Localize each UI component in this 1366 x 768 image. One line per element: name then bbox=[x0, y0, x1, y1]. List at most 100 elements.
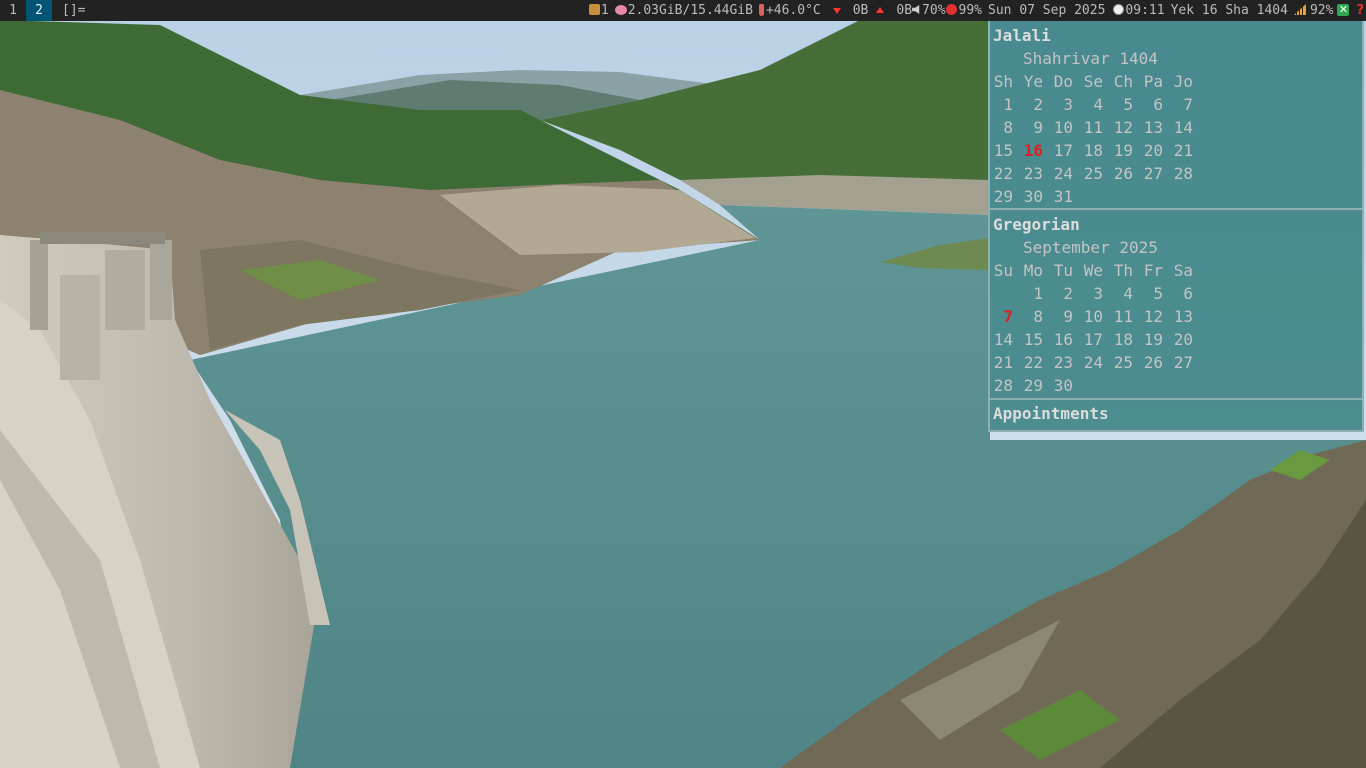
day-cell[interactable]: 13 bbox=[1163, 302, 1193, 326]
jalali-week-row: 22 23 24 25 26 27 28 bbox=[993, 159, 1362, 183]
day-cell[interactable]: 10 bbox=[1073, 302, 1103, 326]
day-cell[interactable]: 17 bbox=[1043, 136, 1073, 160]
day-cell[interactable] bbox=[1073, 182, 1103, 205]
up-arrow-icon bbox=[876, 6, 885, 13]
day-cell[interactable]: 30 bbox=[1013, 182, 1043, 206]
day-cell[interactable]: 9 bbox=[1013, 113, 1043, 137]
help-icon[interactable]: ? bbox=[1356, 0, 1364, 21]
gregorian-week-row: 21 22 23 24 25 26 27 bbox=[993, 348, 1362, 372]
weekday-label: Su bbox=[993, 261, 1013, 280]
brain-icon bbox=[614, 4, 627, 15]
day-cell[interactable]: 31 bbox=[1043, 182, 1073, 206]
day-cell[interactable]: 23 bbox=[1043, 348, 1073, 372]
day-cell[interactable]: 3 bbox=[1073, 279, 1103, 303]
day-cell[interactable] bbox=[1103, 182, 1133, 205]
day-cell[interactable]: 17 bbox=[1073, 325, 1103, 349]
day-cell[interactable]: 20 bbox=[1163, 325, 1193, 349]
gregorian-week-row: 28 29 30 bbox=[993, 371, 1362, 395]
workspace-tag-2[interactable]: 2 bbox=[26, 0, 52, 21]
day-cell[interactable]: 29 bbox=[1013, 371, 1043, 395]
day-cell[interactable]: 23 bbox=[1013, 159, 1043, 183]
day-cell[interactable] bbox=[1103, 371, 1133, 394]
day-cell[interactable]: 7 bbox=[1163, 90, 1193, 114]
day-cell[interactable] bbox=[1133, 371, 1163, 394]
day-cell[interactable]: 25 bbox=[1073, 159, 1103, 183]
day-cell[interactable]: 24 bbox=[1043, 159, 1073, 183]
workspace-tag-1[interactable]: 1 bbox=[0, 0, 26, 21]
today-cell[interactable]: 16 bbox=[1013, 136, 1043, 160]
day-cell[interactable]: 25 bbox=[1103, 348, 1133, 372]
day-cell[interactable]: 24 bbox=[1073, 348, 1103, 372]
weekday-label: Ye bbox=[1023, 72, 1043, 91]
day-cell[interactable] bbox=[993, 279, 1013, 302]
jalali-calendar: Jalali Shahrivar 1404 Sh Ye Do Se Ch Pa … bbox=[990, 21, 1362, 210]
layout-indicator[interactable]: []= bbox=[52, 0, 85, 21]
cpu-temperature: +46.0°C bbox=[765, 3, 821, 18]
day-cell[interactable]: 20 bbox=[1133, 136, 1163, 160]
day-cell[interactable]: 22 bbox=[1013, 348, 1043, 372]
day-cell[interactable]: 13 bbox=[1133, 113, 1163, 137]
day-cell[interactable]: 8 bbox=[993, 113, 1013, 137]
day-cell[interactable] bbox=[1133, 182, 1163, 205]
day-cell[interactable]: 9 bbox=[1043, 302, 1073, 326]
day-cell[interactable]: 21 bbox=[1163, 136, 1193, 160]
volume-level[interactable]: 70% bbox=[922, 0, 945, 21]
day-cell[interactable]: 21 bbox=[993, 348, 1013, 372]
day-cell[interactable]: 3 bbox=[1043, 90, 1073, 114]
day-cell[interactable] bbox=[1163, 182, 1193, 205]
jalali-date-text[interactable]: Yek 16 Sha 1404 bbox=[1171, 0, 1288, 21]
weekday-label: Pa bbox=[1143, 72, 1163, 91]
day-cell[interactable]: 4 bbox=[1073, 90, 1103, 114]
weekday-label: Tu bbox=[1053, 261, 1073, 280]
day-cell[interactable]: 22 bbox=[993, 159, 1013, 183]
day-cell[interactable]: 28 bbox=[1163, 159, 1193, 183]
time-text[interactable]: 09:11 bbox=[1125, 0, 1164, 21]
jalali-week-row: 8 9 10 11 12 13 14 bbox=[993, 113, 1362, 137]
day-cell[interactable]: 12 bbox=[1103, 113, 1133, 137]
day-cell[interactable]: 18 bbox=[1073, 136, 1103, 160]
today-cell[interactable]: 7 bbox=[993, 302, 1013, 326]
day-cell[interactable]: 2 bbox=[1043, 279, 1073, 303]
battery-level: 92% bbox=[1309, 3, 1334, 18]
day-cell[interactable]: 29 bbox=[993, 182, 1013, 206]
gregorian-week-row: 7 8 9 10 11 12 13 bbox=[993, 302, 1362, 326]
day-cell[interactable]: 18 bbox=[1103, 325, 1133, 349]
wifi-icon bbox=[1293, 4, 1306, 15]
day-cell[interactable]: 5 bbox=[1133, 279, 1163, 303]
day-cell[interactable]: 26 bbox=[1103, 159, 1133, 183]
day-cell[interactable] bbox=[1073, 371, 1103, 394]
day-cell[interactable]: 15 bbox=[993, 136, 1013, 160]
day-cell[interactable]: 11 bbox=[1103, 302, 1133, 326]
day-cell[interactable]: 6 bbox=[1133, 90, 1163, 114]
weekday-label: Sh bbox=[993, 72, 1013, 91]
day-cell[interactable]: 1 bbox=[1013, 279, 1043, 303]
day-cell[interactable]: 14 bbox=[993, 325, 1013, 349]
day-cell[interactable]: 2 bbox=[1013, 90, 1043, 114]
day-cell[interactable]: 4 bbox=[1103, 279, 1133, 303]
weekday-label: Ch bbox=[1113, 72, 1133, 91]
jalali-title: Jalali bbox=[993, 26, 1051, 45]
day-cell[interactable]: 8 bbox=[1013, 302, 1043, 326]
top-status-bar: 1 2 []= 1 2.03GiB/15.44GiB +46.0°C 0B 0B… bbox=[0, 0, 1366, 21]
day-cell[interactable]: 12 bbox=[1133, 302, 1163, 326]
weekday-label: Mo bbox=[1023, 261, 1043, 280]
day-cell[interactable]: 28 bbox=[993, 371, 1013, 395]
day-cell[interactable]: 27 bbox=[1133, 159, 1163, 183]
day-cell[interactable] bbox=[1163, 371, 1193, 394]
day-cell[interactable]: 14 bbox=[1163, 113, 1193, 137]
day-cell[interactable]: 11 bbox=[1073, 113, 1103, 137]
day-cell[interactable]: 1 bbox=[993, 90, 1013, 114]
day-cell[interactable]: 16 bbox=[1043, 325, 1073, 349]
day-cell[interactable]: 6 bbox=[1163, 279, 1193, 303]
day-cell[interactable]: 19 bbox=[1133, 325, 1163, 349]
day-cell[interactable]: 27 bbox=[1163, 348, 1193, 372]
day-cell[interactable]: 30 bbox=[1043, 371, 1073, 395]
day-cell[interactable]: 10 bbox=[1043, 113, 1073, 137]
day-cell[interactable]: 19 bbox=[1103, 136, 1133, 160]
appointments-heading[interactable]: Appointments bbox=[990, 400, 1362, 428]
day-cell[interactable]: 15 bbox=[1013, 325, 1043, 349]
day-cell[interactable]: 5 bbox=[1103, 90, 1133, 114]
jalali-week-row: 15 16 17 18 19 20 21 bbox=[993, 136, 1362, 160]
day-cell[interactable]: 26 bbox=[1133, 348, 1163, 372]
date-text[interactable]: Sun 07 Sep 2025 bbox=[988, 0, 1105, 21]
